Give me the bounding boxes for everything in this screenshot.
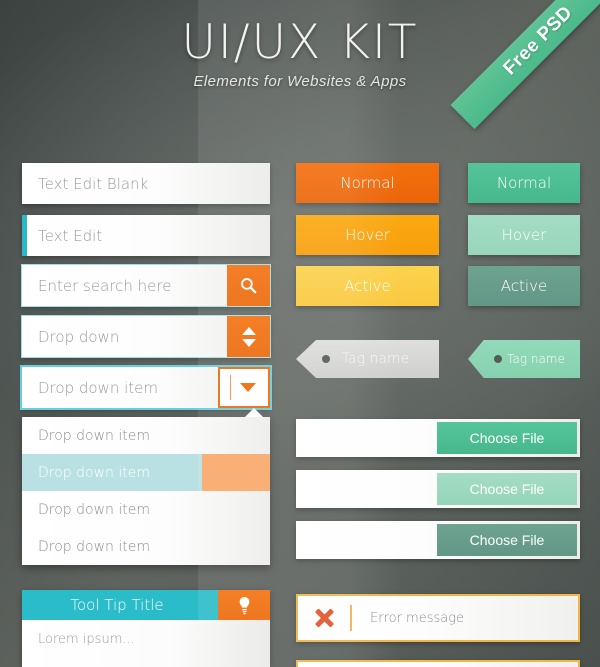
text-edit-placeholder: Text Edit [38,226,103,245]
divider [230,375,231,400]
field-accent-bar [22,215,27,256]
error-message-text: Error message [370,610,465,626]
search-icon [241,278,257,294]
list-item[interactable]: Drop down item [22,417,270,454]
button-green-normal[interactable]: Normal [468,163,580,203]
file-input-active[interactable]: Choose File [296,521,580,559]
file-input-normal[interactable]: Choose File [296,419,580,457]
chevron-down-icon [240,383,256,392]
choose-file-button[interactable]: Choose File [437,524,577,556]
arrow-down-icon [241,338,256,347]
list-item[interactable]: Drop down item [22,454,270,491]
dropdown-item-value: Drop down item [38,378,158,397]
dropdown-spinner-value: Drop down [38,327,120,346]
button-label: Active [344,277,391,295]
choose-file-button[interactable]: Choose File [437,422,577,454]
dropdown-toggle-button[interactable] [218,367,270,408]
spinner-arrows-button[interactable] [227,316,270,357]
dropdown-list[interactable]: Drop down item Drop down item Drop down … [22,408,270,565]
list-item-label: Drop down item [38,427,150,444]
search-placeholder: Enter search here [38,276,172,295]
list-item[interactable]: Drop down item [22,528,270,565]
tag-hole-icon [494,355,502,363]
ui-kit-canvas: UI/UX KIT Elements for Websites & Apps F… [0,0,600,667]
choose-file-button[interactable]: Choose File [437,473,577,505]
search-field[interactable]: Enter search here [22,265,270,306]
tooltip-title: Tool Tip Title [70,596,164,614]
button-label: Hover [345,226,390,244]
button-orange-active[interactable]: Active [296,266,439,306]
button-label: Normal [496,174,552,192]
text-edit-field[interactable]: Text Edit [22,215,270,256]
button-label: Hover [501,226,547,244]
selection-highlight [202,454,270,491]
button-orange-normal[interactable]: Normal [296,163,439,203]
tag-label: Tag name [341,351,410,367]
x-mark-icon [314,608,334,628]
lightbulb-icon [239,596,249,614]
tag-hole-icon [322,355,330,363]
tag-label: Tag name [507,352,565,366]
button-label: Active [500,277,548,295]
choose-file-label: Choose File [469,430,545,446]
error-icon-slot [298,608,350,628]
button-orange-hover[interactable]: Hover [296,215,439,255]
tag-gray[interactable]: Tag name [296,340,439,378]
dropdown-spinner-field[interactable]: Drop down [22,316,270,357]
tooltip-header: Tool Tip Title [22,590,270,620]
message-box-partial [296,660,580,667]
choose-file-label: Choose File [469,532,545,548]
button-label: Normal [340,174,395,192]
search-button[interactable] [227,265,270,306]
tooltip-info-button[interactable] [218,590,270,620]
button-green-active[interactable]: Active [468,266,580,306]
list-item[interactable]: Drop down item [22,491,270,528]
arrow-up-icon [241,326,256,335]
tooltip: Tool Tip Title Lorem ipsum... [22,590,270,667]
choose-file-label: Choose File [469,481,545,497]
error-message-box: Error message [296,594,580,642]
tag-green[interactable]: Tag name [468,340,580,378]
list-item-label: Drop down item [38,501,150,518]
list-item-label: Drop down item [38,538,150,555]
list-item-label: Drop down item [38,464,150,481]
button-green-hover[interactable]: Hover [468,215,580,255]
file-input-hover[interactable]: Choose File [296,470,580,508]
tooltip-body: Lorem ipsum... [22,620,270,667]
dropdown-item-field[interactable]: Drop down item [22,367,270,408]
text-edit-blank-placeholder: Text Edit Blank [38,174,149,193]
text-edit-blank-field[interactable]: Text Edit Blank [22,163,270,204]
